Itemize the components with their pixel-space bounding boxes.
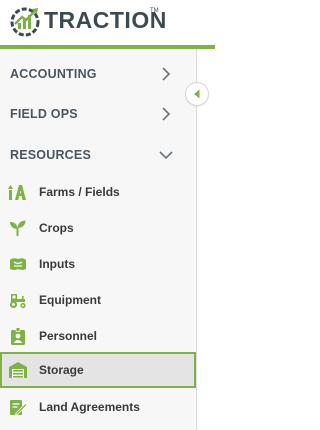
sidebar-item-label: Inputs (39, 257, 75, 271)
sidebar-divider (196, 49, 197, 430)
sidebar-item-label: Farms / Fields (39, 185, 120, 199)
chevron-right-icon (162, 67, 171, 81)
sidebar: ACCOUNTING FIELD OPS RESOURCES Farms / F… (0, 49, 196, 430)
triangle-left-icon (194, 89, 200, 99)
sidebar-section-label: RESOURCES (10, 148, 91, 162)
personnel-badge-icon (11, 327, 25, 345)
sidebar-collapse-button[interactable] (186, 83, 208, 105)
sidebar-section-accounting[interactable]: ACCOUNTING (0, 54, 196, 94)
brand-trademark: TM (150, 8, 159, 14)
chevron-right-icon (162, 107, 171, 121)
storage-barn-icon (9, 362, 27, 378)
sidebar-item-equipment[interactable]: Equipment (0, 282, 196, 318)
brand-name: TRACTION (44, 7, 167, 33)
farm-fields-icon (8, 185, 26, 200)
tractor-icon (9, 294, 26, 309)
sidebar-section-resources[interactable]: RESOURCES (0, 135, 196, 175)
inputs-icon (10, 258, 26, 270)
app-window: TRACTION TM ACCOUNTING FIELD OPS RESOURC… (0, 0, 215, 430)
sidebar-item-label: Land Agreements (39, 400, 140, 414)
sidebar-item-crops[interactable]: Crops (0, 210, 196, 246)
sidebar-item-land-agreements[interactable]: Land Agreements (0, 389, 196, 425)
sprout-icon (10, 220, 26, 236)
app-header: TRACTION TM (0, 0, 215, 49)
sidebar-item-label: Personnel (39, 329, 98, 343)
sidebar-item-storage[interactable]: Storage (0, 352, 196, 388)
traction-logo-icon (10, 7, 40, 37)
sidebar-section-field-ops[interactable]: FIELD OPS (0, 94, 196, 134)
sidebar-section-label: FIELD OPS (10, 107, 78, 121)
sidebar-item-personnel[interactable]: Personnel (0, 318, 196, 354)
sidebar-item-label: Equipment (39, 293, 101, 307)
sidebar-item-inputs[interactable]: Inputs (0, 246, 196, 282)
chevron-down-icon (159, 151, 173, 160)
land-agreement-icon (10, 400, 28, 416)
sidebar-item-label: Storage (39, 363, 84, 377)
sidebar-item-label: Crops (39, 221, 74, 235)
sidebar-section-label: ACCOUNTING (10, 67, 97, 81)
sidebar-item-farms-fields[interactable]: Farms / Fields (0, 174, 196, 210)
